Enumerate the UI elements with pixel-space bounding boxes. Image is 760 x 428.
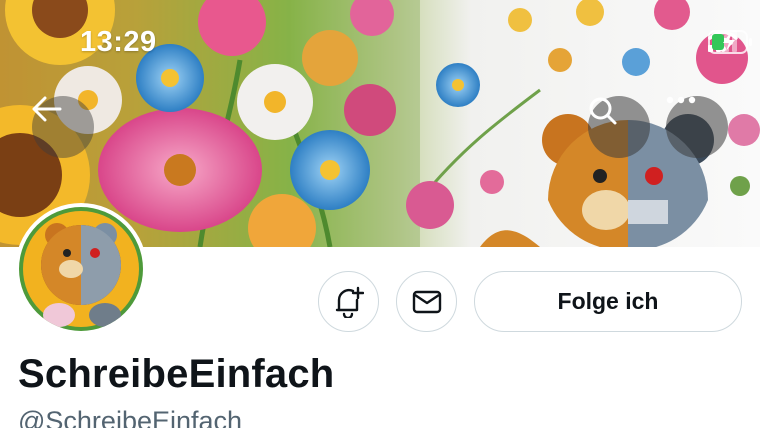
notify-button[interactable] [318, 271, 379, 332]
message-button[interactable] [396, 271, 457, 332]
envelope-icon [412, 290, 441, 313]
status-time: 13:29 [80, 26, 157, 58]
profile-banner[interactable]: 13:29 [0, 0, 760, 247]
search-button[interactable] [588, 96, 650, 158]
back-button[interactable] [32, 96, 94, 158]
more-button[interactable] [666, 96, 728, 158]
bell-plus-icon [335, 286, 364, 318]
battery-charging-icon [708, 30, 752, 54]
profile-handle: @SchreibeEinfach [18, 406, 243, 428]
display-name: SchreibeEinfach [18, 352, 335, 396]
avatar-image [19, 207, 143, 331]
search-icon [589, 97, 617, 125]
arrow-left-icon [32, 96, 62, 122]
avatar[interactable] [15, 203, 147, 335]
more-horizontal-icon [666, 96, 696, 104]
following-button[interactable]: Folge ich [474, 271, 742, 332]
